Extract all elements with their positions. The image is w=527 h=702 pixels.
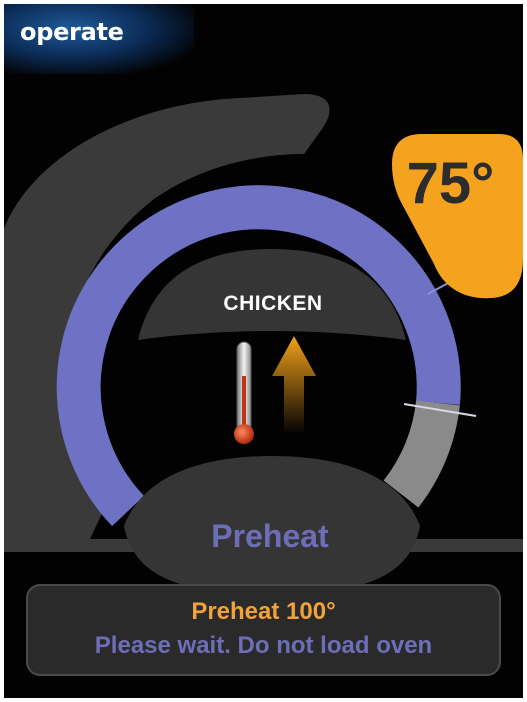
status-instruction: Please wait. Do not load oven: [94, 632, 433, 659]
food-type-label[interactable]: CHICKEN: [178, 292, 368, 316]
current-temperature: 75°: [406, 151, 495, 216]
status-target-temperature: Preheat 100°: [191, 598, 336, 625]
preheat-remaining-ring: [383, 400, 460, 508]
status-message-box: Preheat 100° Please wait. Do not load ov…: [26, 584, 501, 676]
up-arrow-icon: [272, 336, 316, 434]
thermometer-icon: [234, 341, 254, 444]
oven-control-screen: operate 75° CHICKEN Preheat Preheat 100°…: [4, 4, 523, 698]
mode-label[interactable]: Preheat: [154, 518, 386, 555]
